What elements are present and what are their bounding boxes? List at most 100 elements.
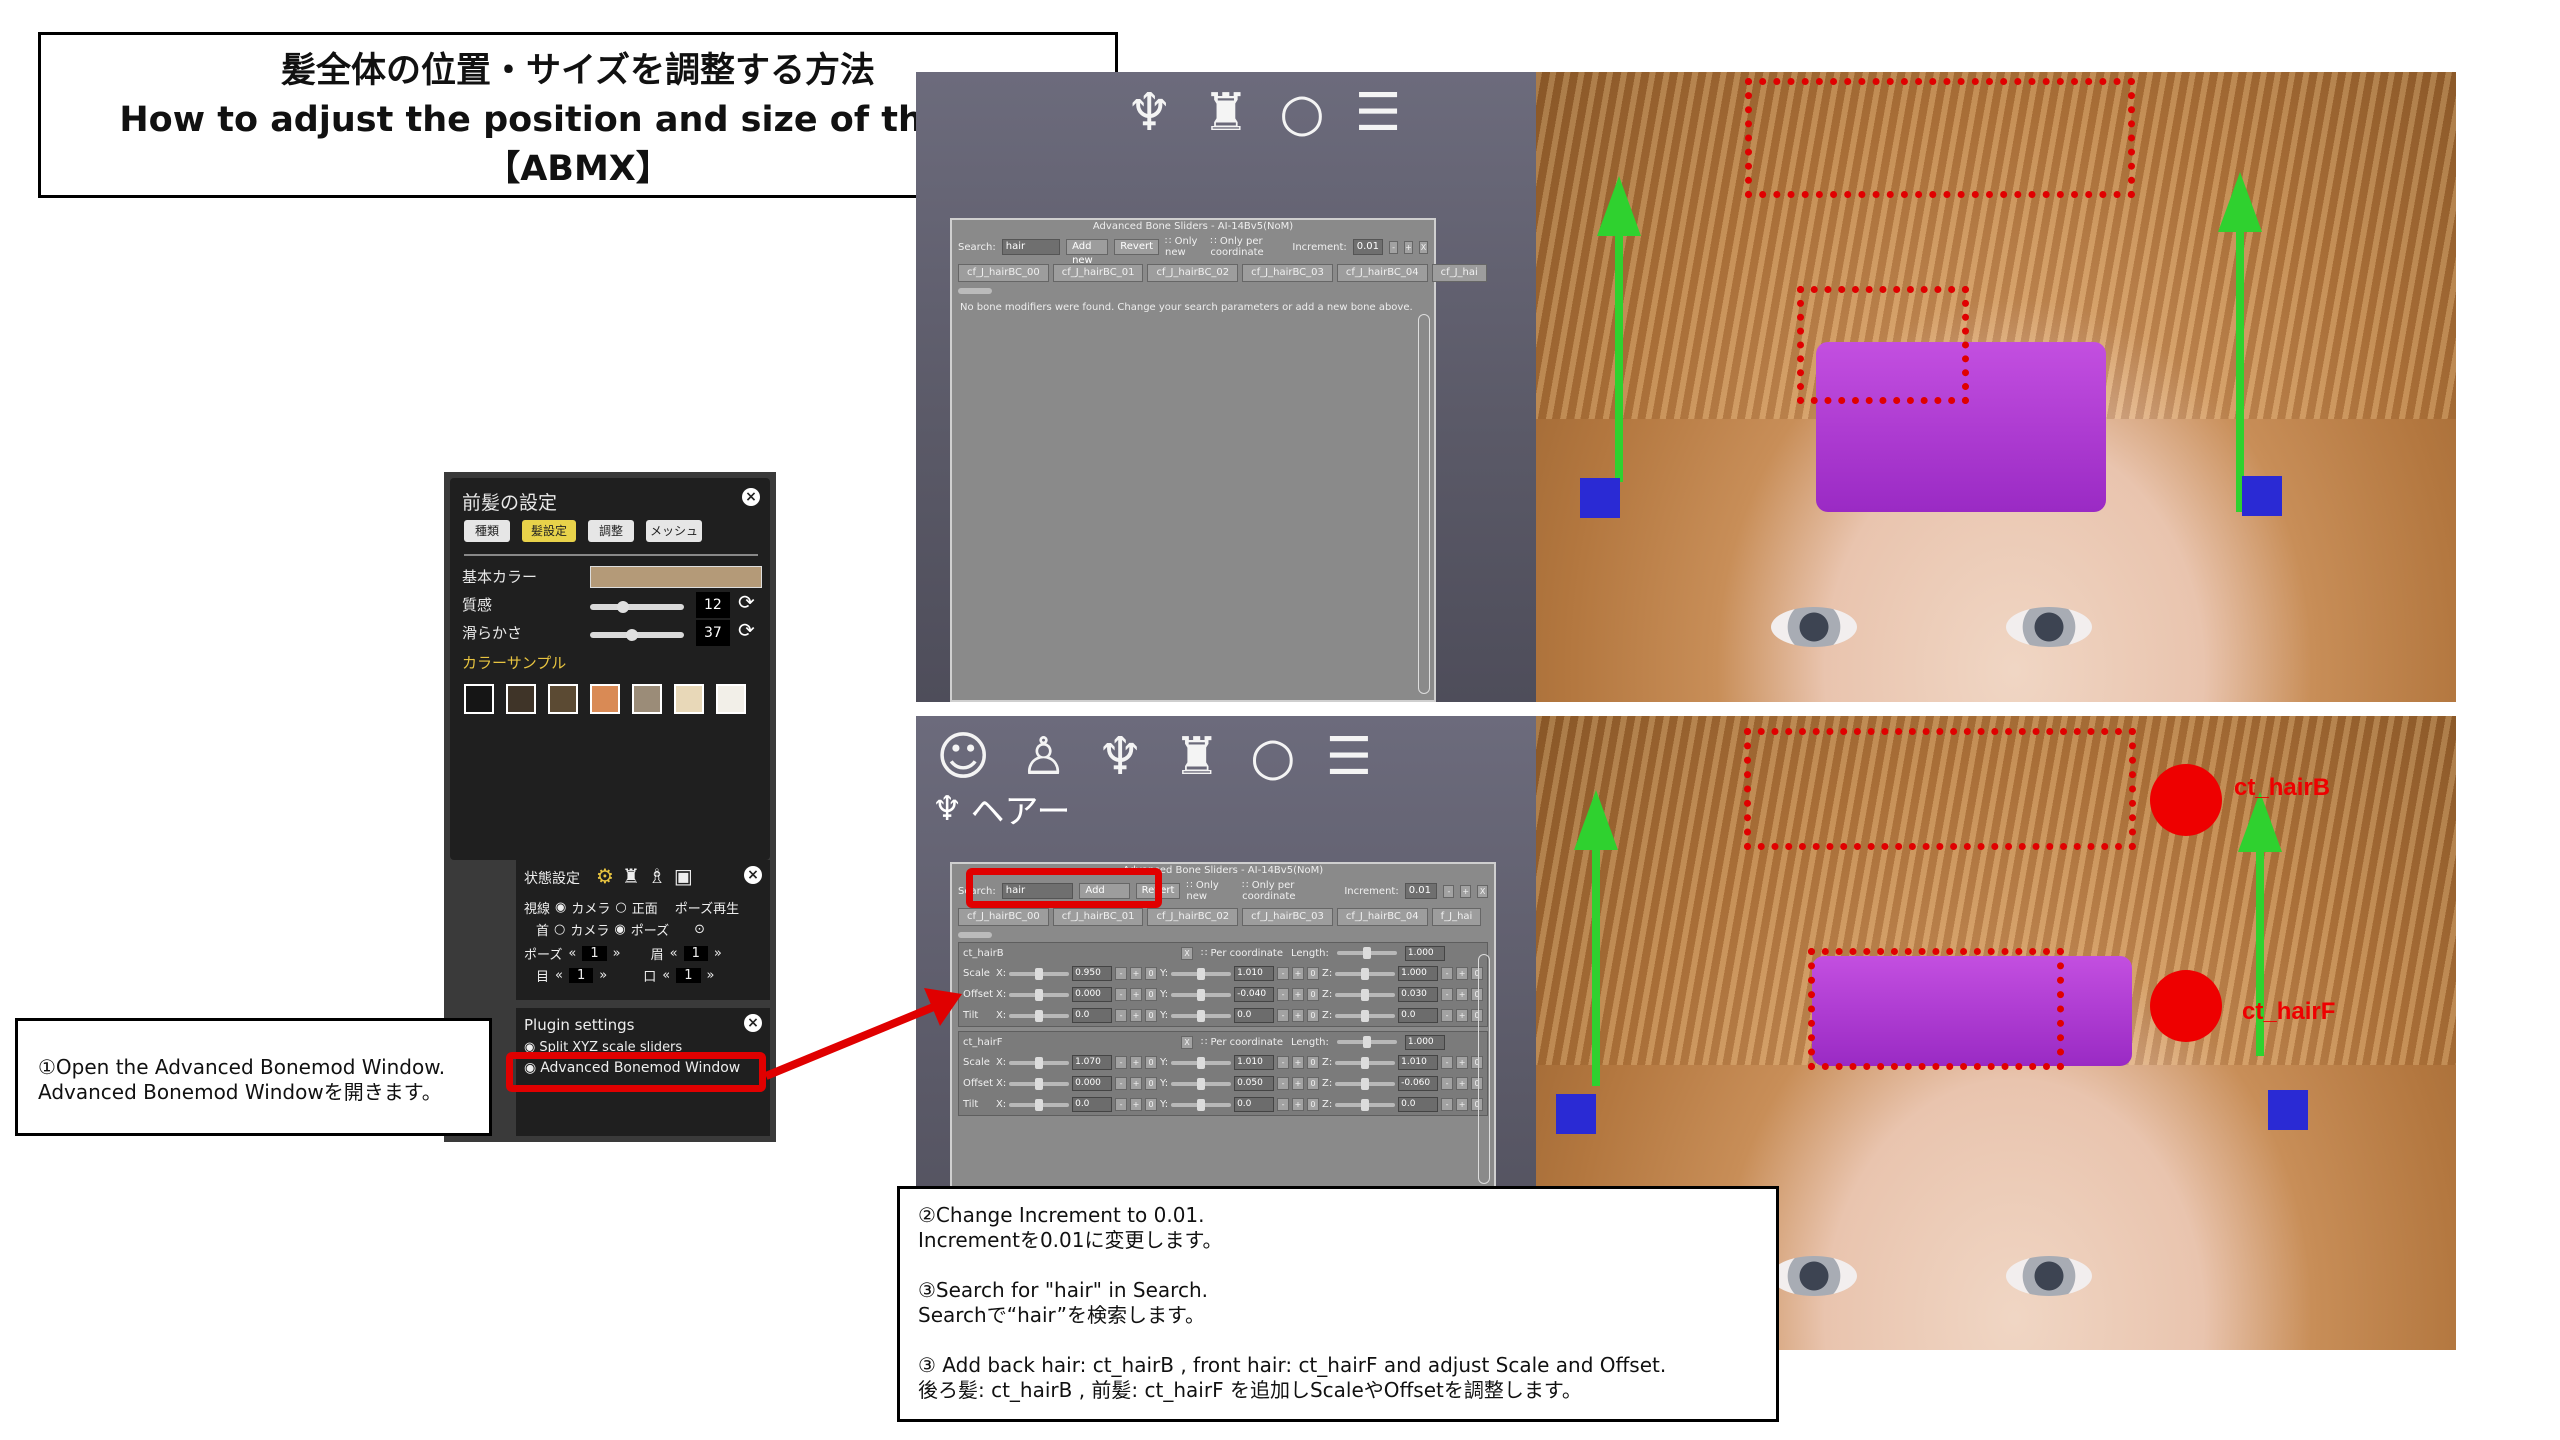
next-icon[interactable]: » (613, 946, 621, 961)
z-value[interactable]: 0.030 (1398, 987, 1439, 1002)
y-reset[interactable]: 0 (1306, 1098, 1319, 1111)
z-slider[interactable] (1335, 1098, 1396, 1111)
list-icon[interactable]: ☰ (1325, 726, 1372, 788)
hair-icon[interactable]: ♆ (1097, 726, 1144, 788)
base-color-swatch[interactable] (590, 566, 762, 588)
y-slider[interactable] (1171, 1056, 1232, 1069)
only-new-toggle[interactable]: ∷ Only new (1165, 236, 1204, 258)
x-value[interactable]: 0.0 (1072, 1097, 1113, 1112)
z-slider[interactable] (1335, 988, 1396, 1001)
next-icon[interactable]: » (599, 968, 607, 983)
y-increase[interactable]: + (1292, 1009, 1304, 1022)
x-slider[interactable] (1009, 1056, 1070, 1069)
x-reset[interactable]: 0 (1145, 1056, 1157, 1069)
x-reset[interactable]: 0 (1145, 1009, 1157, 1022)
x-slider[interactable] (1009, 1098, 1070, 1111)
gaze-option-front[interactable]: 正面 (632, 898, 658, 917)
next-icon[interactable]: » (714, 946, 722, 961)
close-icon[interactable]: X (1477, 884, 1488, 898)
y-value[interactable]: 1.010 (1234, 1055, 1275, 1070)
z-decrease[interactable]: - (1441, 1056, 1454, 1069)
z-slider[interactable] (1335, 967, 1396, 980)
radio-icon[interactable]: ◉ (524, 1040, 535, 1052)
revert-button[interactable]: Revert (1114, 239, 1160, 255)
texture-slider-knob[interactable] (616, 601, 629, 613)
prev-icon[interactable]: « (568, 946, 576, 961)
texture-slider[interactable] (590, 604, 684, 610)
y-decrease[interactable]: - (1277, 1098, 1289, 1111)
smoothness-slider-knob[interactable] (626, 629, 639, 641)
x-reset[interactable]: 0 (1145, 967, 1157, 980)
y-increase[interactable]: + (1292, 1056, 1304, 1069)
gizmo-y-axis-left[interactable] (1592, 836, 1600, 1086)
only-new-toggle[interactable]: ∷ Only new (1186, 880, 1236, 902)
eye-value[interactable]: 1 (568, 968, 594, 983)
per-coordinate-toggle[interactable]: ∷ Per coordinate (1201, 948, 1283, 959)
per-coordinate-toggle[interactable]: ∷ Per coordinate (1201, 1037, 1283, 1048)
remove-bone-button[interactable]: X (1181, 1035, 1193, 1049)
mouth-value[interactable]: 1 (676, 968, 701, 983)
refresh-icon[interactable]: ⟳ (738, 618, 755, 642)
z-value[interactable]: 0.0 (1398, 1097, 1439, 1112)
bone-tab[interactable]: cf_J_hairBC_04 (1336, 908, 1428, 926)
bone-tab[interactable]: cf_J_hairBC_00 (958, 908, 1049, 926)
y-decrease[interactable]: - (1277, 967, 1289, 980)
next-icon[interactable]: » (707, 968, 715, 983)
y-value[interactable]: 0.050 (1234, 1076, 1275, 1091)
texture-value[interactable]: 12 (696, 592, 730, 618)
x-slider[interactable] (1009, 1009, 1070, 1022)
color-sample-swatch[interactable] (590, 684, 620, 714)
x-value[interactable]: 0.000 (1072, 987, 1113, 1002)
list-scrollbar[interactable] (1418, 314, 1430, 694)
x-decrease[interactable]: - (1115, 1077, 1128, 1090)
x-value[interactable]: 0.950 (1072, 966, 1113, 981)
accessory-icon[interactable]: ○ (1279, 82, 1324, 144)
bone-tab[interactable]: cf_J_hairBC_03 (1242, 908, 1333, 926)
close-icon[interactable]: X (1418, 240, 1428, 254)
add-new-button[interactable]: Add new (1066, 239, 1109, 266)
y-increase[interactable]: + (1292, 967, 1304, 980)
z-increase[interactable]: + (1456, 967, 1469, 980)
pose-value[interactable]: 1 (582, 946, 607, 961)
x-increase[interactable]: + (1130, 1009, 1143, 1022)
hair-icon[interactable]: ♆ (1126, 82, 1173, 144)
z-value[interactable]: 1.000 (1398, 966, 1439, 981)
image-icon[interactable]: ▣ (674, 864, 693, 888)
y-reset[interactable]: 0 (1306, 1009, 1319, 1022)
only-per-coordinate-toggle[interactable]: ∷ Only per coordinate (1210, 236, 1286, 258)
y-slider[interactable] (1171, 1009, 1232, 1022)
tab-mesh[interactable]: メッシュ (646, 520, 702, 542)
y-slider[interactable] (1171, 967, 1232, 980)
x-slider[interactable] (1009, 988, 1070, 1001)
increment-decrease-button[interactable]: - (1443, 884, 1455, 898)
accessory-icon[interactable]: ○ (1250, 726, 1295, 788)
z-value[interactable]: 1.010 (1398, 1055, 1439, 1070)
y-reset[interactable]: 0 (1307, 988, 1319, 1001)
y-slider[interactable] (1171, 1098, 1232, 1111)
gizmo-handle-right[interactable] (2242, 476, 2282, 516)
length-value[interactable]: 1.000 (1404, 945, 1445, 961)
bone-tab[interactable]: cf_J_hai (1431, 264, 1487, 282)
x-increase[interactable]: + (1130, 967, 1143, 980)
y-slider[interactable] (1171, 1077, 1232, 1090)
bone-tab[interactable]: cf_J_hairBC_04 (1336, 264, 1428, 282)
z-slider[interactable] (1335, 1056, 1396, 1069)
x-increase[interactable]: + (1130, 1056, 1143, 1069)
bone-tab[interactable]: cf_J_hairBC_00 (958, 264, 1049, 282)
smoothness-value[interactable]: 37 (696, 620, 730, 646)
x-decrease[interactable]: - (1115, 988, 1128, 1001)
smile-icon[interactable]: ☺ (936, 726, 990, 788)
x-decrease[interactable]: - (1115, 967, 1128, 980)
z-increase[interactable]: + (1456, 1098, 1469, 1111)
play-icon[interactable]: ⊙ (694, 922, 705, 937)
x-reset[interactable]: 0 (1145, 1077, 1158, 1090)
y-value[interactable]: 0.0 (1234, 1097, 1275, 1112)
close-icon[interactable]: × (744, 866, 762, 884)
increment-increase-button[interactable]: + (1460, 884, 1472, 898)
increment-decrease-button[interactable]: - (1389, 240, 1398, 254)
bone-tab[interactable]: cf_J_hairBC_01 (1052, 908, 1144, 926)
list-icon[interactable]: ☰ (1355, 82, 1402, 144)
z-decrease[interactable]: - (1441, 1009, 1454, 1022)
split-xyz-option[interactable]: ◉ Split XYZ scale sliders (524, 1040, 682, 1052)
x-value[interactable]: 0.0 (1072, 1008, 1113, 1023)
